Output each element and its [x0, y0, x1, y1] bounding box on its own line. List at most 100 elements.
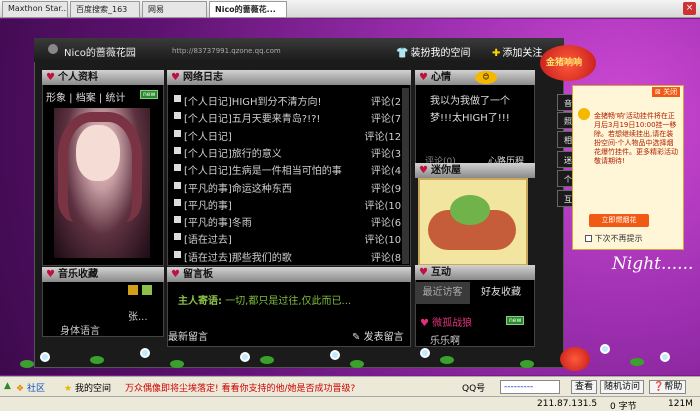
close-tab-icon[interactable]: ×: [683, 2, 696, 15]
room-header: 迷你屋: [415, 163, 535, 178]
site-url[interactable]: http://83737991.qzone.qq.com: [172, 47, 281, 55]
leaf-decoration: [350, 360, 364, 368]
blog-title[interactable]: [平凡的事]冬雨: [184, 214, 252, 229]
flower-decoration: [330, 350, 340, 360]
arrow-icon[interactable]: ▲: [4, 381, 11, 391]
blog-row[interactable]: [个人日记]生病是一件相当可怕的事 评论(4): [172, 161, 407, 177]
view-button[interactable]: 查看: [571, 380, 598, 394]
blog-title[interactable]: [平凡的事]: [184, 197, 232, 212]
leaf-decoration: [520, 360, 534, 368]
blog-title[interactable]: [个人日记]HIGH到分不清方向!: [184, 93, 322, 108]
blog-row[interactable]: [语在过去]那些我们的歌 评论(8): [172, 248, 407, 264]
blog-comment-count[interactable]: 评论(8): [371, 249, 405, 264]
popup-close-button[interactable]: ⊠ 关闭: [652, 87, 681, 97]
visitor-1[interactable]: ♥ 微孤战狼: [420, 314, 472, 329]
popup-text: 金猪畅'响'活动挂件将在正月后3月19日10:00挂一移除。若想继续挂出,请在装…: [594, 112, 678, 165]
blog-comment-count[interactable]: 评论(10): [364, 197, 405, 212]
blog-comment-count[interactable]: 评论(7): [371, 110, 405, 125]
blog-title[interactable]: [个人日记]五月天要来青岛?!?!: [184, 110, 320, 125]
blog-comment-count[interactable]: 评论(10): [364, 231, 405, 246]
blog-scrollbar[interactable]: [402, 88, 409, 264]
blog-row[interactable]: [平凡的事]命运这种东西 评论(9): [172, 179, 407, 195]
qq-select[interactable]: ---------: [500, 380, 560, 394]
blog-title[interactable]: [个人日记]生病是一件相当可怕的事: [184, 162, 342, 177]
blog-title[interactable]: [语在过去]: [184, 231, 232, 246]
flower-bouquet: [450, 195, 490, 225]
leaf-decoration: [20, 360, 34, 368]
mini-room[interactable]: [418, 178, 528, 266]
night-text: Night......: [612, 254, 694, 274]
tab-bar: Maxthon Star... 百度搜索_163 网易 Nico的蔷薇花...: [0, 0, 700, 18]
help-button[interactable]: ❓帮助: [649, 380, 687, 394]
interact-header: 互动: [415, 265, 535, 280]
music-header: 音乐收藏: [42, 267, 164, 282]
visitor-2[interactable]: 乐乐啊: [430, 332, 460, 347]
leaf-decoration: [440, 356, 454, 364]
flower-decoration: [40, 352, 50, 362]
mood-text: 我以为我做了一个梦!!!太HIGH了!!!: [430, 96, 510, 124]
blog-row[interactable]: [个人日记]五月天要来青岛?!?! 评论(7): [172, 109, 407, 125]
tab-recent-visitors[interactable]: 最近访客: [415, 282, 470, 304]
light-fireworks-button[interactable]: 立即燃烟花: [589, 214, 649, 227]
close-icon: ⊠: [655, 88, 661, 96]
blog-row[interactable]: [个人日记] 评论(12): [172, 127, 407, 143]
plus-icon: ✚: [492, 48, 501, 59]
guestbook-header: 留言板: [167, 267, 411, 282]
bullet-icon: [174, 216, 181, 224]
marquee-text[interactable]: 万众偶像即将尘埃落定! 看看你支持的他/她是否成功晋级?: [125, 381, 355, 394]
random-visit-button[interactable]: 随机访问: [600, 380, 645, 394]
blog-title[interactable]: [个人日记]: [184, 128, 232, 143]
blog-comment-count[interactable]: 评论(6): [371, 214, 405, 229]
checkbox-icon: [585, 235, 592, 242]
flower-decoration: [600, 344, 610, 354]
tab-nico[interactable]: Nico的蔷薇花...: [209, 1, 287, 17]
tab-netease[interactable]: 网易: [142, 1, 207, 17]
blog-title[interactable]: [个人日记]旅行的意义: [184, 145, 282, 160]
blog-title[interactable]: [平凡的事]命运这种东西: [184, 180, 292, 195]
post-message-button[interactable]: ✎ 发表留言: [352, 328, 404, 343]
community-link[interactable]: ❖ 社区: [16, 381, 45, 394]
music-add-icon[interactable]: [142, 285, 152, 295]
no-remind-checkbox[interactable]: 下次不再提示: [585, 233, 643, 244]
bullet-icon: [174, 164, 181, 172]
tab-friend-favorites[interactable]: 好友收藏: [471, 282, 531, 304]
music-icon[interactable]: [128, 285, 138, 295]
profile-tabs[interactable]: 形象 | 档案 | 统计: [46, 89, 125, 104]
blog-row[interactable]: [语在过去] 评论(10): [172, 230, 407, 246]
visitor-new-badge: new: [506, 316, 525, 325]
tab-baidu[interactable]: 百度搜索_163: [70, 1, 140, 17]
ip-address: 211.87.131.5: [537, 399, 598, 409]
blog-row[interactable]: [个人日记]旅行的意义 评论(3): [172, 144, 407, 160]
blog-row[interactable]: [平凡的事] 评论(10): [172, 196, 407, 212]
my-space-link[interactable]: ★ 我的空间: [64, 381, 111, 394]
music-line1[interactable]: 张...: [128, 308, 148, 323]
blog-comment-count[interactable]: 评论(3): [371, 145, 405, 160]
blog-title[interactable]: [语在过去]那些我们的歌: [184, 249, 292, 264]
follow-link[interactable]: ✚ 添加关注: [492, 44, 542, 59]
pig-icon: [578, 108, 590, 120]
music-line2[interactable]: 身体语言: [60, 322, 100, 337]
blog-comment-count[interactable]: 评论(12): [364, 128, 405, 143]
latest-message-label: 最新留言: [168, 332, 208, 343]
home-icon[interactable]: [48, 44, 58, 54]
blog-row[interactable]: [平凡的事]冬雨 评论(6): [172, 213, 407, 229]
tab-maxthon[interactable]: Maxthon Star...: [2, 1, 68, 17]
bullet-icon: [174, 233, 181, 241]
shirt-icon: 👕: [396, 48, 409, 59]
question-icon: ❓: [653, 382, 665, 392]
flower-decoration: [140, 348, 150, 358]
dress-space-link[interactable]: 👕 装扮我的空间: [396, 44, 470, 59]
blog-comment-count[interactable]: 评论(4): [371, 162, 405, 177]
qq-label: QQ号: [462, 384, 486, 394]
blog-row[interactable]: [个人日记]HIGH到分不清方向! 评论(2): [172, 92, 407, 108]
host-message: 主人寄语: 一切,都只是过往,仅此而已...: [178, 296, 352, 307]
banner-text: 金猪响响: [546, 58, 583, 68]
blog-comment-count[interactable]: 评论(2): [371, 93, 405, 108]
flower-decoration: [660, 352, 670, 362]
memory-usage: 121M: [668, 399, 693, 409]
pencil-icon: ✎: [352, 332, 361, 343]
blog-comment-count[interactable]: 评论(9): [371, 180, 405, 195]
bullet-icon: [174, 129, 181, 137]
star-icon: ★: [64, 384, 73, 394]
community-icon: ❖: [16, 384, 25, 394]
